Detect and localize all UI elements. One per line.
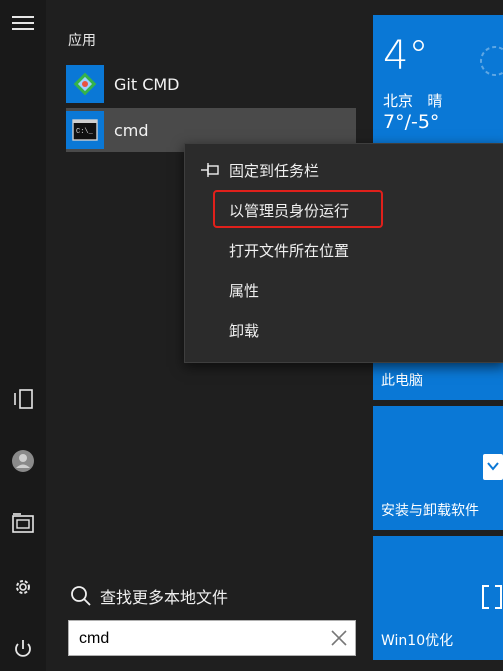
menu-item-label: 卸载 bbox=[229, 321, 260, 340]
menu-item-uninstall[interactable]: 卸载 bbox=[185, 312, 503, 348]
start-rail bbox=[0, 0, 46, 671]
menu-item-label: 固定到任务栏 bbox=[229, 161, 320, 180]
menu-item-label: 属性 bbox=[229, 281, 260, 300]
menu-item-run-as-admin[interactable]: 以管理员身份运行 bbox=[185, 192, 503, 228]
hamburger-icon[interactable] bbox=[8, 8, 38, 38]
tile-label: 此电脑 bbox=[381, 373, 423, 389]
search-more-local-files[interactable]: 查找更多本地文件 bbox=[70, 584, 228, 608]
svg-text:C:\_: C:\_ bbox=[76, 128, 94, 136]
close-icon[interactable] bbox=[329, 628, 349, 648]
weather-city: 北京 bbox=[383, 92, 414, 110]
bracket-icon bbox=[481, 582, 503, 616]
documents-icon[interactable] bbox=[8, 508, 38, 538]
pin-icon bbox=[201, 162, 221, 178]
weather-temp: 4° bbox=[383, 33, 429, 79]
git-cmd-icon bbox=[66, 65, 104, 103]
app-label: cmd bbox=[114, 120, 149, 140]
install-uninstall-tile[interactable]: 安装与卸载软件 bbox=[373, 406, 503, 530]
gear-icon[interactable] bbox=[8, 572, 38, 602]
app-item-git-cmd[interactable]: Git CMD bbox=[66, 62, 356, 106]
sun-cloud-icon bbox=[469, 43, 503, 91]
weather-condition: 晴 bbox=[427, 92, 443, 110]
weather-tile[interactable]: 4° 北京 晴 7°/-5° bbox=[373, 15, 503, 145]
tile-label: Win10优化 bbox=[381, 633, 454, 649]
search-hint-label: 查找更多本地文件 bbox=[100, 588, 229, 607]
tile-label: 安装与卸载软件 bbox=[381, 503, 479, 519]
menu-item-label: 以管理员身份运行 bbox=[229, 201, 350, 220]
power-icon[interactable] bbox=[8, 634, 38, 664]
command-prompt-icon: C:\_ bbox=[66, 111, 104, 149]
user-avatar-icon[interactable] bbox=[8, 446, 38, 476]
install-icon bbox=[481, 452, 503, 486]
app-label: Git CMD bbox=[114, 74, 180, 94]
menu-item-open-file-location[interactable]: 打开文件所在位置 bbox=[185, 232, 503, 268]
tablet-mode-icon[interactable] bbox=[8, 384, 38, 414]
search-input[interactable] bbox=[77, 625, 321, 653]
section-label: 应用 bbox=[68, 33, 96, 49]
weather-range: 7°/-5° bbox=[383, 111, 440, 133]
menu-item-pin-taskbar[interactable]: 固定到任务栏 bbox=[185, 152, 503, 188]
search-box[interactable] bbox=[68, 620, 356, 656]
context-menu: 固定到任务栏 以管理员身份运行 打开文件所在位置 属性 卸载 bbox=[184, 143, 503, 363]
win10-optimize-tile[interactable]: Win10优化 bbox=[373, 536, 503, 660]
menu-item-properties[interactable]: 属性 bbox=[185, 272, 503, 308]
search-icon bbox=[70, 585, 92, 607]
weather-location: 北京 晴 bbox=[383, 90, 442, 111]
menu-item-label: 打开文件所在位置 bbox=[229, 241, 350, 260]
